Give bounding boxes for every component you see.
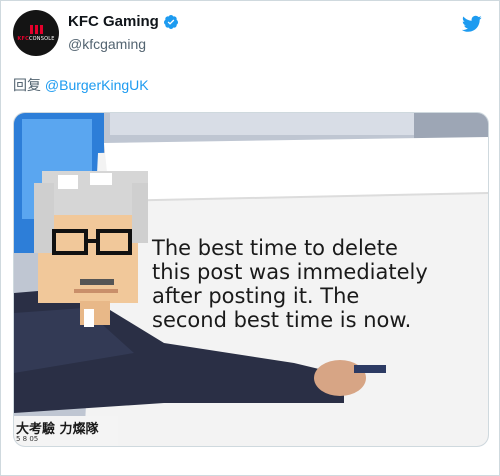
tweet-media-image[interactable]: The best time to delete this post was im…	[13, 112, 489, 447]
avatar[interactable]: KFCCONSOLE	[13, 10, 59, 56]
tweet-card[interactable]: KFCCONSOLE KFC Gaming @kfcgaming 回复 @Bur…	[0, 0, 500, 476]
author-name-row: KFC Gaming	[68, 13, 179, 30]
avatar-logo-text: KFCCONSOLE	[17, 35, 55, 42]
twitter-bird-icon[interactable]	[462, 15, 482, 33]
reply-mention-link[interactable]: @BurgerKingUK	[45, 77, 149, 93]
verified-badge-icon	[163, 14, 178, 29]
tv-caption-strip: 大考驗 力燦隊 5 8 05	[14, 416, 118, 446]
kfc-logo-icon	[29, 24, 43, 34]
reply-prefix: 回复	[13, 77, 41, 93]
reply-context: 回复 @BurgerKingUK	[13, 75, 149, 95]
meme-caption-text: The best time to delete this post was im…	[152, 236, 428, 332]
author-display-name[interactable]: KFC Gaming	[68, 13, 159, 30]
author-handle[interactable]: @kfcgaming	[68, 36, 146, 52]
tv-caption-sub: 5 8 05	[16, 435, 39, 443]
